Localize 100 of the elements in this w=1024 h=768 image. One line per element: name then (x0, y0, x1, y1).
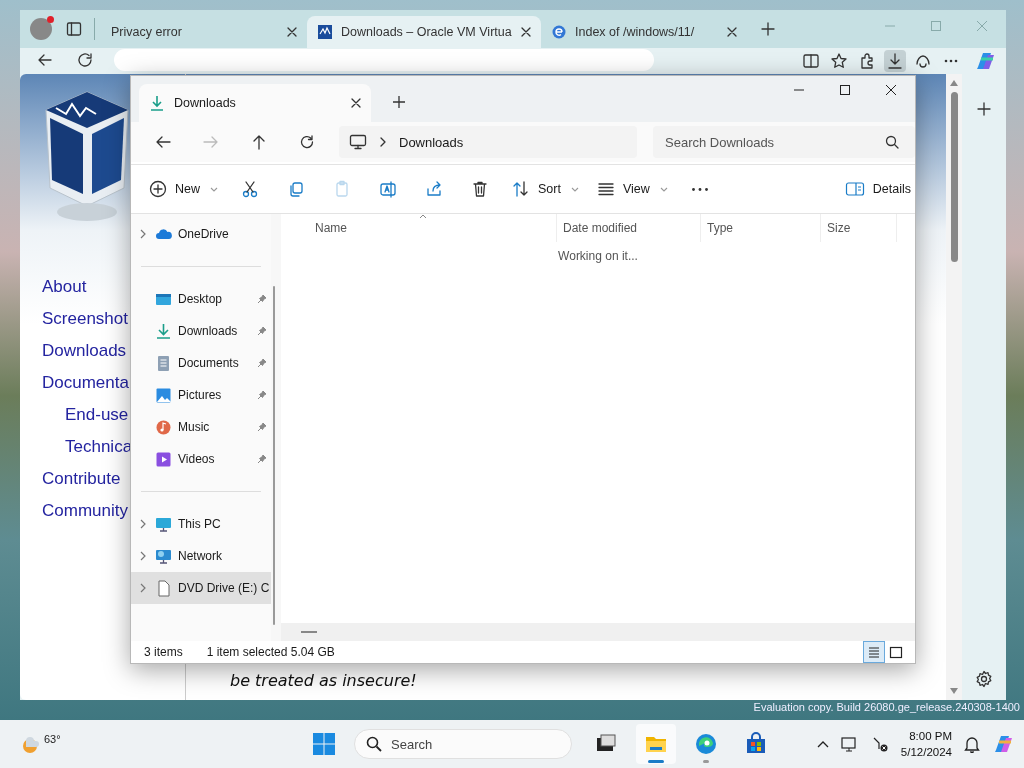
file-explorer-button[interactable] (636, 724, 676, 764)
details-pane-icon (844, 181, 865, 197)
trash-icon (471, 180, 489, 198)
maximize-icon (839, 84, 851, 96)
list-icon (596, 180, 615, 198)
scissors-icon (241, 180, 259, 198)
cube-favicon-icon (317, 24, 333, 40)
nav-link[interactable]: About (42, 271, 87, 303)
arrow-up-icon (251, 134, 267, 150)
details-button[interactable]: Details (840, 173, 915, 205)
download-icon (887, 53, 903, 69)
sidebar-item[interactable]: Music (131, 411, 271, 443)
square-icon (888, 644, 904, 660)
share-icon (425, 180, 443, 198)
new-button[interactable]: New (145, 173, 222, 205)
loading-message: Working on it... (558, 249, 638, 263)
puzzle-icon (859, 53, 875, 69)
column-header[interactable]: Size (821, 214, 897, 242)
view-button[interactable]: View (592, 173, 672, 205)
sidebar-item[interactable]: Downloads (131, 315, 271, 347)
sort-button[interactable]: Sort (508, 173, 583, 205)
scrollbar[interactable] (273, 286, 275, 625)
notification-bell-icon (964, 735, 980, 753)
refresh-icon (299, 134, 315, 150)
network-icon (155, 547, 172, 565)
maximize-icon (930, 20, 942, 32)
nav-link[interactable]: Documenta (42, 367, 129, 399)
sidebar-item[interactable]: OneDrive (131, 218, 271, 250)
windows-logo-icon (312, 732, 336, 756)
column-header[interactable]: Date modified (557, 214, 701, 242)
search-icon (366, 736, 382, 752)
sidebar-item[interactable]: Documents (131, 347, 271, 379)
monitor-icon (155, 515, 172, 533)
chevron-right-icon (379, 137, 387, 147)
download-icon (155, 322, 172, 340)
refresh-icon (77, 52, 93, 68)
clipboard-icon (333, 180, 351, 198)
close-icon (885, 84, 897, 96)
globe-favicon-icon (551, 24, 567, 40)
arrow-left-icon (155, 134, 171, 150)
chevron-up-icon (816, 740, 829, 748)
item-count: 3 items (144, 645, 183, 659)
search-icon (885, 135, 899, 149)
list-icon (866, 644, 882, 660)
sidebar-item[interactable]: Pictures (131, 379, 271, 411)
explorer-tab[interactable]: Downloads (139, 84, 371, 122)
settings-icon (975, 670, 993, 688)
browser-tab[interactable]: Privacy error (101, 16, 307, 48)
downloads-button[interactable] (884, 50, 906, 72)
breadcrumb-item[interactable]: Downloads (399, 134, 464, 150)
split-view-icon (803, 53, 819, 69)
scrollbar[interactable] (946, 74, 962, 700)
page-text: be treated as insecure! (230, 671, 418, 690)
nav-link[interactable]: Downloads (42, 335, 127, 367)
scroll-thumb[interactable] (950, 92, 958, 262)
temperature: 63° (44, 733, 61, 745)
address-field[interactable] (114, 49, 654, 71)
shopping-bag-icon (744, 732, 768, 756)
nav-link[interactable]: Community (42, 495, 128, 527)
clock-date: 5/12/2024 (900, 745, 952, 760)
new-tab-icon (761, 22, 775, 36)
browser-tab[interactable]: Downloads – Oracle VM Virtua (307, 16, 541, 48)
arrow-left-icon (37, 52, 53, 68)
nav-link[interactable]: Contribute (42, 463, 121, 495)
close-icon (521, 27, 531, 37)
search-field[interactable]: Search Downloads (653, 126, 915, 158)
sidebar-item[interactable]: DVD Drive (E:) C (131, 572, 271, 604)
picture-icon (155, 386, 172, 404)
sidebar-item[interactable]: This PC (131, 508, 271, 540)
close-icon (976, 20, 988, 32)
scroll-thumb[interactable] (301, 631, 317, 633)
music-icon (155, 418, 172, 436)
sidebar-item[interactable]: Network (131, 540, 271, 572)
plus-circle-icon (149, 180, 167, 198)
add-icon (977, 102, 991, 116)
file-icon (155, 579, 172, 597)
search-field[interactable]: Search (354, 729, 572, 759)
scroll-down-icon (950, 688, 958, 694)
nav-link[interactable]: End-use (65, 399, 129, 431)
sidebar-item[interactable]: Videos (131, 443, 271, 475)
more-icon (691, 187, 708, 191)
scroll-up-icon (950, 80, 958, 86)
browser-tab[interactable]: Index of /windows/11/ (541, 16, 747, 48)
evaluation-notice: Evaluation copy. Build 26080.ge_release.240308-1400 (753, 701, 1020, 713)
nav-link[interactable]: Screenshot (42, 303, 128, 335)
star-icon (831, 53, 847, 69)
tab-actions-icon (66, 21, 82, 37)
rename-icon (379, 180, 397, 198)
column-header[interactable]: Name (281, 214, 557, 242)
selection-info: 1 item selected 5.04 GB (206, 645, 335, 659)
sidebar-item[interactable]: Desktop (131, 283, 271, 315)
nav-link[interactable]: Technica (65, 431, 133, 463)
sort-icon (512, 180, 530, 198)
download-icon (149, 95, 165, 111)
browser-swirl-icon (694, 732, 718, 756)
monitor-icon (349, 134, 367, 150)
profile-avatar[interactable] (30, 18, 52, 40)
arrow-right-icon (203, 134, 219, 150)
close-icon (351, 98, 361, 108)
column-header[interactable]: Type (701, 214, 821, 242)
